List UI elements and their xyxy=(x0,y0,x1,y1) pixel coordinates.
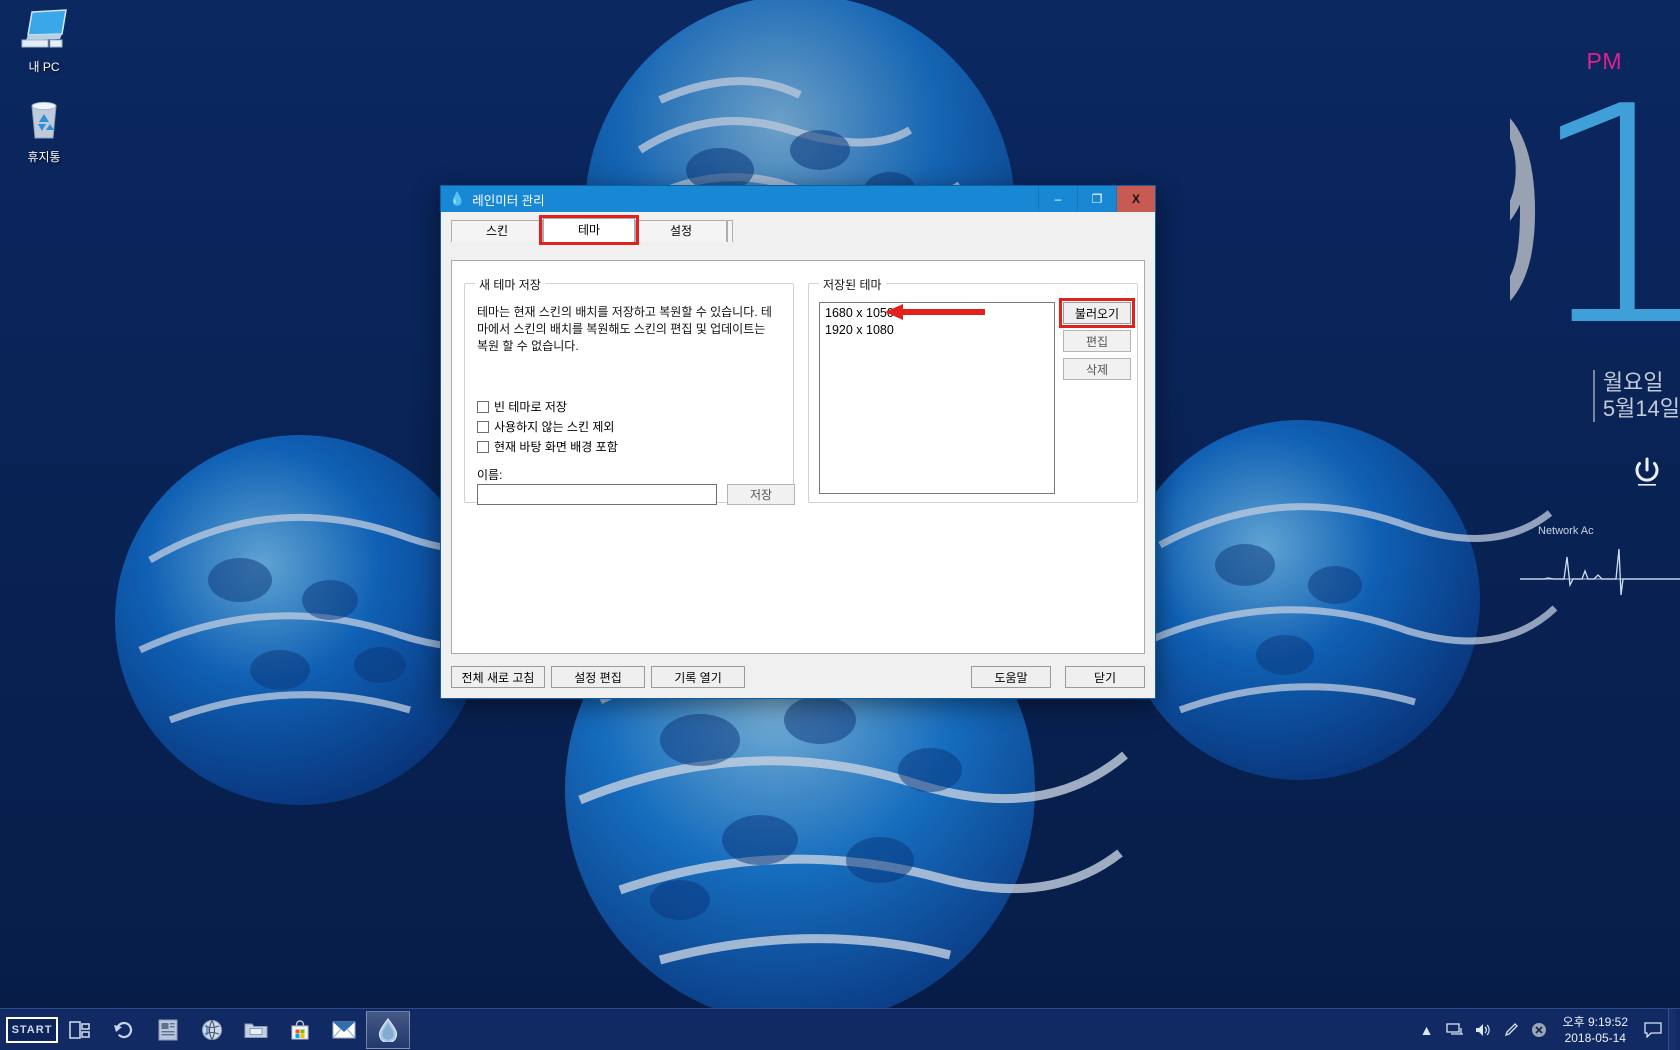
network-activity-widget: Network Ac xyxy=(1520,525,1680,607)
power-icon[interactable] xyxy=(1632,455,1662,495)
saved-theme-group-title: 저장된 테마 xyxy=(819,276,886,293)
rainmeter-clock-widget: PM 91 월요일 5월14일 xyxy=(1510,40,1680,440)
clock-minute: 1 xyxy=(1527,43,1680,392)
checkbox-label: 현재 바탕 화면 배경 포함 xyxy=(494,440,618,454)
window-titlebar[interactable]: 💧 레인미터 관리 – ❐ X xyxy=(441,186,1155,212)
rainmeter-manage-window[interactable]: 💧 레인미터 관리 – ❐ X 스킨 테마 설정 새 테마 저장 테마는 현재 … xyxy=(440,185,1156,699)
clock-weekday: 월요일 xyxy=(1602,370,1664,395)
desktop-icon-label: 휴지통 xyxy=(27,150,61,164)
pen-icon[interactable] xyxy=(1497,1010,1525,1050)
taskbar-mail-icon[interactable] xyxy=(322,1010,366,1050)
tab-theme[interactable]: 테마 xyxy=(543,218,635,242)
checkbox-box[interactable] xyxy=(477,400,489,413)
list-item[interactable]: 1920 x 1080 xyxy=(822,322,1054,339)
minimize-button[interactable]: – xyxy=(1038,186,1077,212)
new-theme-group: 새 테마 저장 테마는 현재 스킨의 배치를 저장하고 복원할 수 있습니다. … xyxy=(464,276,795,505)
taskbar-history-icon[interactable] xyxy=(102,1010,146,1050)
help-button[interactable]: 도움말 xyxy=(971,666,1051,688)
new-theme-group-title: 새 테마 저장 xyxy=(475,276,545,293)
taskbar: START ▲ 오후 9:19:52 2018-05-14 xyxy=(0,1008,1680,1050)
recycle-bin-icon xyxy=(8,98,80,146)
edit-theme-button[interactable]: 편집 xyxy=(1063,330,1131,352)
checkbox-label: 빈 테마로 저장 xyxy=(494,400,567,414)
start-button[interactable]: START xyxy=(6,1016,58,1043)
taskbar-news-icon[interactable] xyxy=(146,1010,190,1050)
maximize-button[interactable]: ❐ xyxy=(1077,186,1116,212)
show-desktop-button[interactable] xyxy=(1668,1008,1676,1050)
tab-strip: 스킨 테마 설정 xyxy=(451,215,1147,245)
saved-theme-listbox[interactable]: 1680 x 1050 1920 x 1080 xyxy=(819,302,1055,494)
clock-date: 월요일 5월14일 xyxy=(1592,370,1680,422)
saved-theme-group: 저장된 테마 1680 x 1050 1920 x 1080 불러오기 편집 삭… xyxy=(808,276,1138,503)
computer-icon xyxy=(8,8,80,56)
delete-theme-button[interactable]: 삭제 xyxy=(1063,358,1131,380)
network-activity-graph xyxy=(1520,548,1680,596)
network-icon[interactable] xyxy=(1441,1010,1469,1050)
taskbar-file-explorer-icon[interactable] xyxy=(234,1010,278,1050)
open-log-button[interactable]: 기록 열기 xyxy=(651,666,745,688)
theme-tab-page: 새 테마 저장 테마는 현재 스킨의 배치를 저장하고 복원할 수 있습니다. … xyxy=(451,260,1145,654)
window-title: 레인미터 관리 xyxy=(472,193,545,208)
action-center-icon[interactable] xyxy=(1638,1021,1668,1038)
clock-daymonth: 5월14일 xyxy=(1602,396,1680,421)
load-theme-button[interactable]: 불러오기 xyxy=(1063,302,1131,324)
checkbox-exclude-unused-skins[interactable]: 사용하지 않는 스킨 제외 xyxy=(477,418,614,435)
taskbar-clock[interactable]: 오후 9:19:52 2018-05-14 xyxy=(1553,1014,1638,1046)
clock-time: 오후 9:19:52 xyxy=(1562,1014,1628,1029)
taskbar-rainmeter-icon[interactable] xyxy=(366,1010,410,1049)
network-activity-label: Network Ac xyxy=(1538,525,1594,537)
checkbox-include-wallpaper[interactable]: 현재 바탕 화면 배경 포함 xyxy=(477,438,618,455)
window-bottom-button-bar: 전체 새로 고침 설정 편집 기록 열기 도움말 닫기 xyxy=(451,666,1145,690)
name-field-label: 이름: xyxy=(477,468,503,482)
window-client-area: 스킨 테마 설정 새 테마 저장 테마는 현재 스킨의 배치를 저장하고 복원할… xyxy=(441,212,1155,698)
red-arrow-annotation xyxy=(885,304,985,320)
system-tray: ▲ 오후 9:19:52 2018-05-14 xyxy=(1413,1008,1680,1050)
edit-settings-button[interactable]: 설정 편집 xyxy=(551,666,645,688)
desktop-icon-label: 내 PC xyxy=(28,60,60,74)
taskbar-microsoft-store-icon[interactable] xyxy=(278,1010,322,1050)
checkbox-save-empty-theme[interactable]: 빈 테마로 저장 xyxy=(477,398,567,415)
tab-settings[interactable]: 설정 xyxy=(635,220,727,242)
taskbar-browser-globe-icon[interactable] xyxy=(190,1010,234,1050)
refresh-all-button[interactable]: 전체 새로 고침 xyxy=(451,666,545,688)
checkbox-box[interactable] xyxy=(477,420,489,433)
rainmeter-drop-icon: 💧 xyxy=(449,191,466,206)
new-theme-description: 테마는 현재 스킨의 배치를 저장하고 복원할 수 있습니다. 테마에서 스킨의… xyxy=(477,305,772,353)
taskbar-task-view-icon[interactable] xyxy=(58,1010,102,1050)
theme-name-input[interactable] xyxy=(477,484,717,505)
checkbox-box[interactable] xyxy=(477,440,489,453)
clock-date: 2018-05-14 xyxy=(1564,1030,1626,1045)
close-dialog-button[interactable]: 닫기 xyxy=(1065,666,1145,688)
volume-icon[interactable] xyxy=(1469,1010,1497,1050)
desktop-icon-recycle-bin[interactable]: 휴지통 xyxy=(8,98,80,164)
save-theme-button[interactable]: 저장 xyxy=(727,484,795,505)
tab-strip-filler xyxy=(727,220,733,242)
close-button[interactable]: X xyxy=(1116,186,1155,212)
clock-digits: 91 xyxy=(1510,68,1680,368)
desktop-icon-my-pc[interactable]: 내 PC xyxy=(8,8,80,74)
error-icon[interactable] xyxy=(1525,1010,1553,1050)
checkbox-label: 사용하지 않는 스킨 제외 xyxy=(494,420,615,434)
tab-skin[interactable]: 스킨 xyxy=(451,220,543,242)
chevron-up-icon[interactable]: ▲ xyxy=(1413,1010,1441,1050)
